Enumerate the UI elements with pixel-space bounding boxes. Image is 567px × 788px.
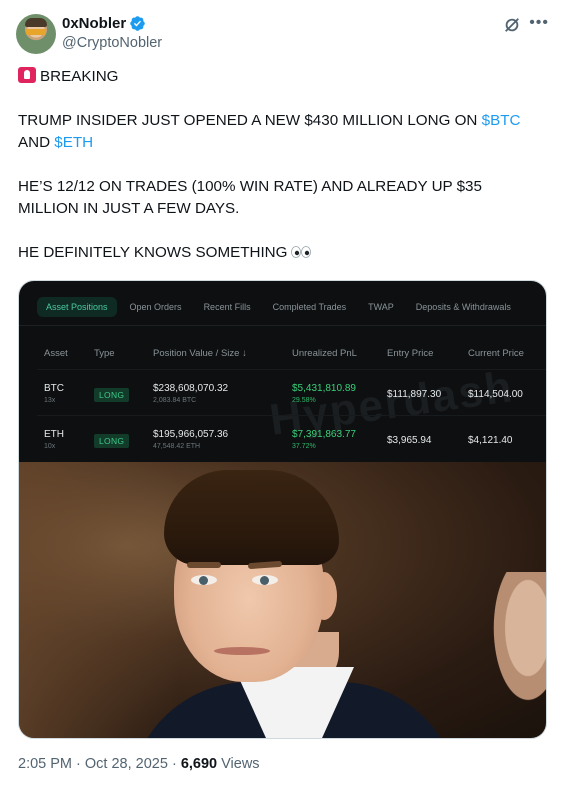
row-btc-type-badge: LONG [94,388,130,402]
text-line-3: AND $ETH [18,132,548,154]
tab-twap[interactable]: TWAP [359,297,403,317]
photo-mouth [214,647,270,655]
tab-asset-positions[interactable]: Asset Positions [37,297,117,317]
positions-panel: Asset Positions Open Orders Recent Fills… [19,281,546,462]
text-line-5: MILLION IN JUST A FEW DAYS. [18,200,240,217]
name-row: 0xNobler [62,15,146,32]
photo-brow-left [187,562,221,568]
avatar[interactable] [16,14,56,54]
row-btc-current: $114,504.00 [468,389,523,400]
row-eth-current: $4,121.40 [468,435,513,446]
tab-recent-fills[interactable]: Recent Fills [195,297,260,317]
text-line-6: HE DEFINITELY KNOWS SOMETHING [18,242,548,264]
row-btc-size: 2,083.84 BTC [153,397,197,404]
siren-icon [18,67,36,83]
header-type: Type [94,348,115,359]
row-eth-size: 47,548.42 ETH [153,443,201,450]
tweet-header: 0xNobler @CryptoNobler ••• [16,12,551,56]
photo-background-person [488,572,546,712]
row-eth-type-badge: LONG [94,434,130,448]
header-current-price: Current Price [468,348,524,359]
row-eth-leverage: 10x [44,443,56,450]
row-btc-leverage: 13x [44,397,56,404]
row-btc-entry: $111,897.30 [387,389,442,400]
row-btc-value: $238,608,070.32 [153,383,229,394]
tab-divider [19,325,546,326]
cashtag-btc[interactable]: $BTC [482,112,521,129]
tweet-text: BREAKING TRUMP INSIDER JUST OPENED A NEW… [18,66,548,264]
views-label: Views [217,756,260,772]
timestamp[interactable]: 2:05 PM · Oct 28, 2025 · [18,756,181,772]
panel-tabs: Asset Positions Open Orders Recent Fills… [37,297,524,317]
row-divider [37,369,546,370]
tab-open-orders[interactable]: Open Orders [121,297,191,317]
row-eth-value: $195,966,057.36 [153,429,229,440]
row-btc-pnl: $5,431,810.89 [292,383,356,394]
header-unrealized-pnl: Unrealized PnL [292,348,357,359]
photo-eye-left [191,575,217,585]
cashtag-eth[interactable]: $ETH [54,134,93,151]
more-icon[interactable]: ••• [529,15,549,31]
text-line-3-body: AND [18,134,55,151]
avatar-hair [25,18,47,27]
row-eth-pnl: $7,391,863.77 [292,429,356,440]
eyes-icon [291,246,312,258]
avatar-glasses [26,29,46,35]
tab-completed-trades[interactable]: Completed Trades [264,297,356,317]
grok-icon[interactable] [503,16,521,34]
text-line-4: HE’S 12/12 ON TRADES (100% WIN RATE) AND… [18,178,482,195]
author-handle[interactable]: @CryptoNobler [62,35,162,51]
tweet-footer: 2:05 PM · Oct 28, 2025 · 6,690 Views [18,756,260,772]
row-eth-pnl-pct: 37.72% [292,443,316,450]
row-btc-asset: BTC [44,383,64,394]
tweet-media[interactable]: Asset Positions Open Orders Recent Fills… [18,280,547,739]
photo-background-left [19,462,179,738]
photo-eye-right [252,575,278,585]
text-line-2-body: TRUMP INSIDER JUST OPENED A NEW $430 MIL… [18,112,482,129]
photo-hair [164,470,339,565]
text-line-2: TRUMP INSIDER JUST OPENED A NEW $430 MIL… [18,110,548,132]
row-divider [37,415,546,416]
header-entry-price: Entry Price [387,348,434,359]
text-line-breaking: BREAKING [18,66,548,88]
views-count: 6,690 [180,756,218,772]
verified-badge-icon [130,16,145,31]
portrait-photo [19,462,546,738]
header-asset: Asset [44,348,68,359]
text-line-6-body: HE DEFINITELY KNOWS SOMETHING [18,244,288,261]
breaking-label: BREAKING [40,68,119,85]
row-eth-asset: ETH [44,429,64,440]
header-position-value[interactable]: Position Value / Size ↓ [153,348,247,359]
display-name[interactable]: 0xNobler [62,15,126,32]
tab-deposits-withdrawals[interactable]: Deposits & Withdrawals [407,297,520,317]
row-btc-pnl-pct: 29.58% [292,397,316,404]
row-eth-entry: $3,965.94 [387,435,432,446]
